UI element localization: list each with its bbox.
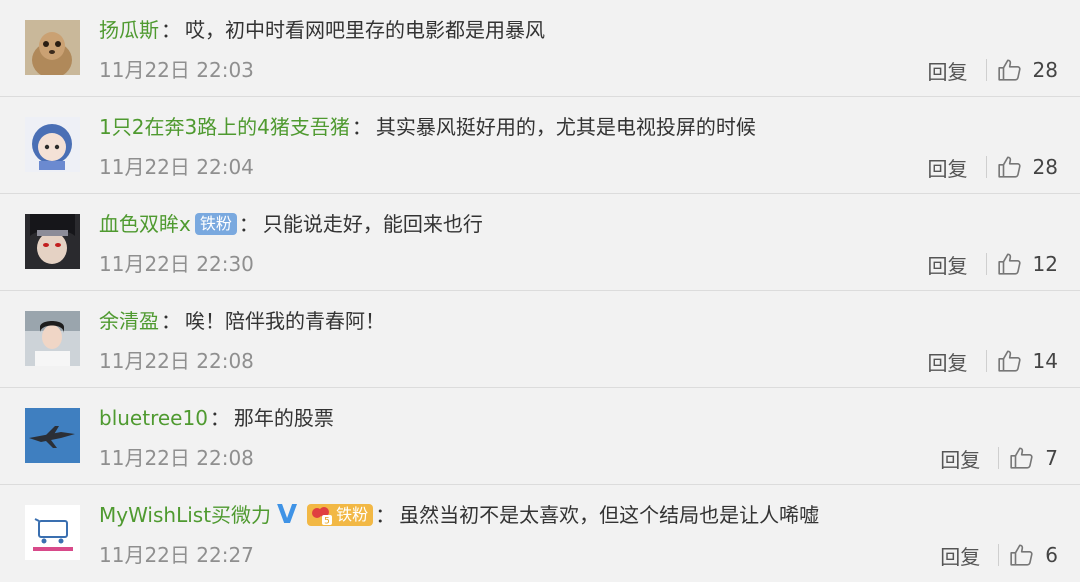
comment-actions: 回复 14 [928,345,1058,377]
like-button[interactable]: 6 [1009,542,1058,568]
thumbs-up-icon [997,253,1021,275]
comment-time: 11月22日 22:03 [99,58,254,82]
reply-button[interactable]: 回复 [928,153,968,182]
like-button[interactable]: 28 [997,57,1058,83]
action-divider [985,350,987,372]
comment-text: 哎，初中时看网吧里存的电影都是用暴风 [185,18,545,42]
like-button[interactable]: 7 [1009,445,1058,471]
person-photo-avatar-image [25,311,80,366]
fan-badge-label: 铁粉 [336,505,369,524]
like-count: 12 [1032,252,1058,276]
comment-line: 扬瓜斯 ： 哎，初中时看网吧里存的电影都是用暴风 [99,14,545,46]
comment-text: 其实暴风挺好用的，尤其是电视投屏的时候 [375,115,756,139]
like-button[interactable]: 12 [997,251,1058,277]
fan-badge[interactable]: 5 铁粉 [307,504,374,527]
anime-ninja-avatar-image [25,214,80,269]
thumbs-up-icon [1010,447,1033,469]
separator: ： [238,212,259,236]
comment-time: 11月22日 22:08 [99,349,254,373]
separator: ： [375,503,396,527]
thumbs-up-icon [997,59,1021,81]
jet-photo-avatar-image [25,408,80,463]
comment-time: 11月22日 22:08 [99,446,254,470]
comment-text: 虽然当初不是太喜欢，但这个结局也是让人唏嘘 [399,503,820,527]
comment-line: MyWishList买微力 V 5 铁粉 ： 虽然当初不是太喜欢，但这个结局也是… [99,499,819,531]
username-link[interactable]: 扬瓜斯 [99,14,159,46]
username-link[interactable]: 余清盈 [99,305,159,337]
comment-actions: 回复 28 [928,54,1058,86]
comment-actions: 回复 7 [940,442,1058,474]
comment-line: 血色双眸x 铁粉 ： 只能说走好，能回来也行 [99,208,483,240]
thumbs-up-icon [1010,544,1033,566]
action-divider [998,447,1000,469]
mywishlist-logo-avatar-image [25,505,80,560]
separator: ： [161,309,181,333]
avatar[interactable] [25,20,80,75]
comment-actions: 回复 28 [928,151,1058,183]
thumbs-up-icon [997,350,1021,372]
comment-item: bluetree10 ： 那年的股票 11月22日 22:08 回复 7 [0,388,1080,485]
action-divider [998,544,1000,566]
fan-level-icon: 5 [312,507,333,527]
reply-button[interactable]: 回复 [928,56,968,85]
avatar[interactable] [25,505,80,560]
verified-v-icon: V [277,500,298,530]
username-link[interactable]: 血色双眸x [99,208,191,240]
username-link[interactable]: 1只2在奔3路上的4猪支吾猪 [99,111,350,143]
like-count: 28 [1032,58,1058,82]
comment-list: 扬瓜斯 ： 哎，初中时看网吧里存的电影都是用暴风 11月22日 22:03 回复… [0,0,1080,582]
comment-text: 那年的股票 [233,406,334,430]
separator: ： [209,406,230,430]
comment-actions: 回复 6 [940,539,1058,571]
comment-text: 唉！陪伴我的青春阿！ [185,309,385,333]
thumbs-up-icon [997,156,1021,178]
comment-item: 血色双眸x 铁粉 ： 只能说走好，能回来也行 11月22日 22:30 回复 1… [0,194,1080,291]
comment-text: 只能说走好，能回来也行 [262,212,483,236]
like-count: 6 [1045,543,1058,567]
avatar[interactable] [25,214,80,269]
action-divider [985,253,987,275]
comment-actions: 回复 12 [928,248,1058,280]
separator: ： [161,18,181,42]
reply-button[interactable]: 回复 [940,444,980,473]
like-button[interactable]: 28 [997,154,1058,180]
avatar[interactable] [25,117,80,172]
comment-item: 扬瓜斯 ： 哎，初中时看网吧里存的电影都是用暴风 11月22日 22:03 回复… [0,0,1080,97]
comment-line: 余清盈 ： 唉！陪伴我的青春阿！ [99,305,385,337]
comment-line: bluetree10 ： 那年的股票 [99,402,334,434]
anime-girl-avatar-image [25,117,80,172]
comment-time: 11月22日 22:27 [99,543,254,567]
reply-button[interactable]: 回复 [928,347,968,376]
username-link[interactable]: bluetree10 [99,402,208,434]
meerkat-avatar-image [25,20,80,75]
separator: ： [351,115,372,139]
action-divider [985,156,987,178]
action-divider [985,59,987,81]
comment-line: 1只2在奔3路上的4猪支吾猪 ： 其实暴风挺好用的，尤其是电视投屏的时候 [99,111,756,143]
username-link[interactable]: MyWishList买微力 [99,499,271,531]
like-count: 7 [1045,446,1058,470]
like-count: 28 [1032,155,1058,179]
fan-level-number: 5 [324,517,330,527]
like-count: 14 [1032,349,1058,373]
comment-time: 11月22日 22:30 [99,252,254,276]
reply-button[interactable]: 回复 [928,250,968,279]
like-button[interactable]: 14 [997,348,1058,374]
fan-badge[interactable]: 铁粉 [194,213,237,235]
comment-item: MyWishList买微力 V 5 铁粉 ： 虽然当初不是太喜欢，但这个结局也是… [0,485,1080,582]
comment-item: 余清盈 ： 唉！陪伴我的青春阿！ 11月22日 22:08 回复 14 [0,291,1080,388]
avatar[interactable] [25,311,80,366]
avatar[interactable] [25,408,80,463]
comment-item: 1只2在奔3路上的4猪支吾猪 ： 其实暴风挺好用的，尤其是电视投屏的时候 11月… [0,97,1080,194]
comment-time: 11月22日 22:04 [99,155,254,179]
reply-button[interactable]: 回复 [940,541,980,570]
